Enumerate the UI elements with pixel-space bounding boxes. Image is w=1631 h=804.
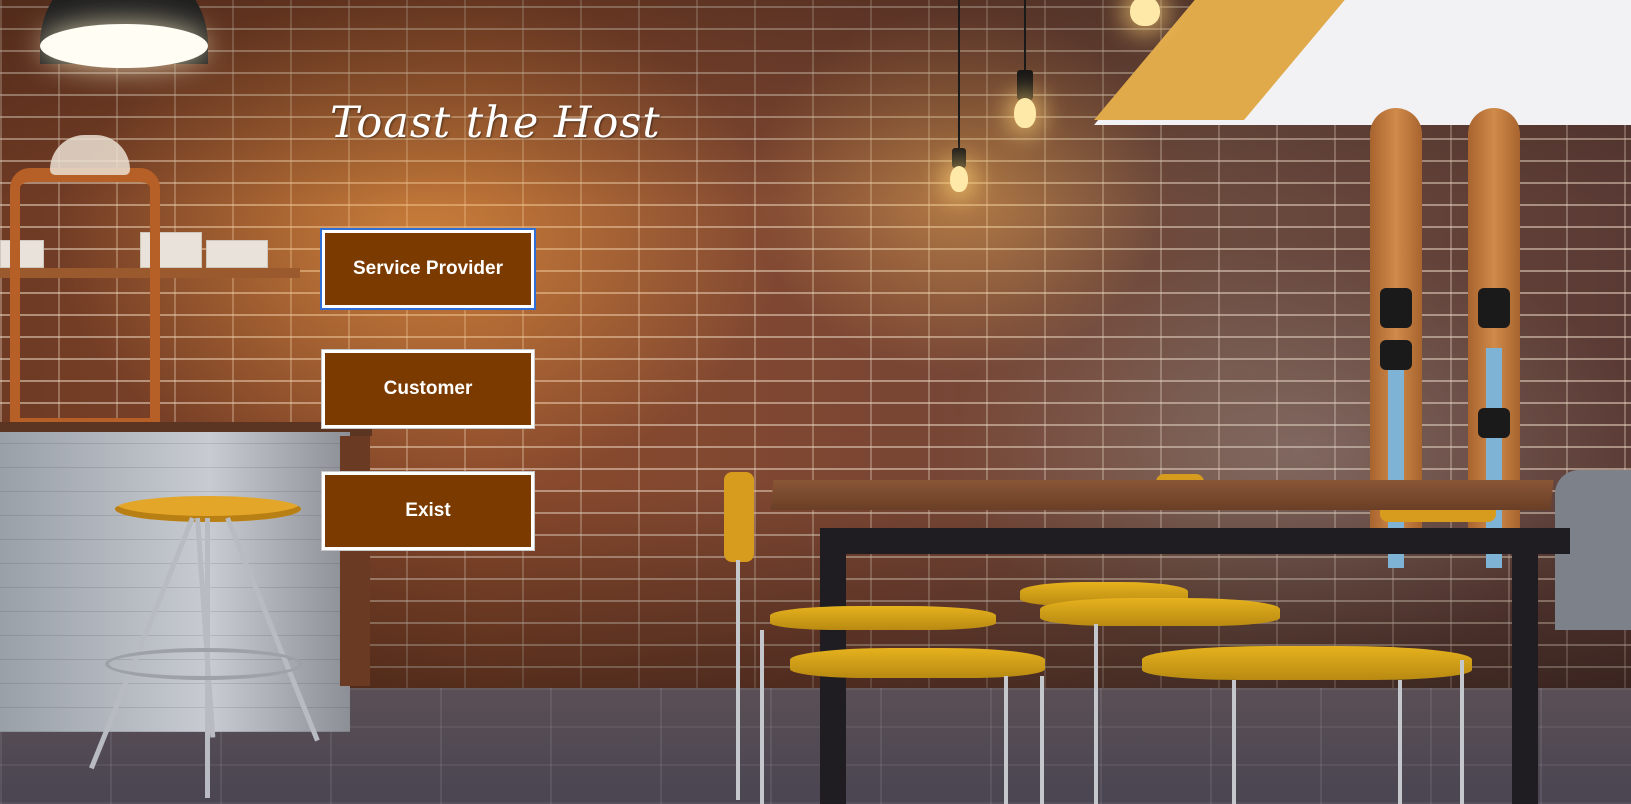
chair [770,606,996,630]
chair [790,648,1045,678]
background-photo [0,0,1631,804]
light-bulb [1014,98,1036,128]
dining-table [770,480,1554,510]
chair [1040,598,1280,626]
app-title: Toast the Host [330,98,661,148]
water-ski [1468,108,1520,568]
service-provider-button[interactable]: Service Provider [320,228,536,310]
light-bulb [950,166,968,192]
chair [1142,646,1472,680]
exit-button[interactable]: Exist [321,471,535,551]
customer-button[interactable]: Customer [321,349,535,429]
water-ski [1370,108,1422,568]
coffee-stand [10,168,160,428]
light-bulb [1130,0,1160,26]
